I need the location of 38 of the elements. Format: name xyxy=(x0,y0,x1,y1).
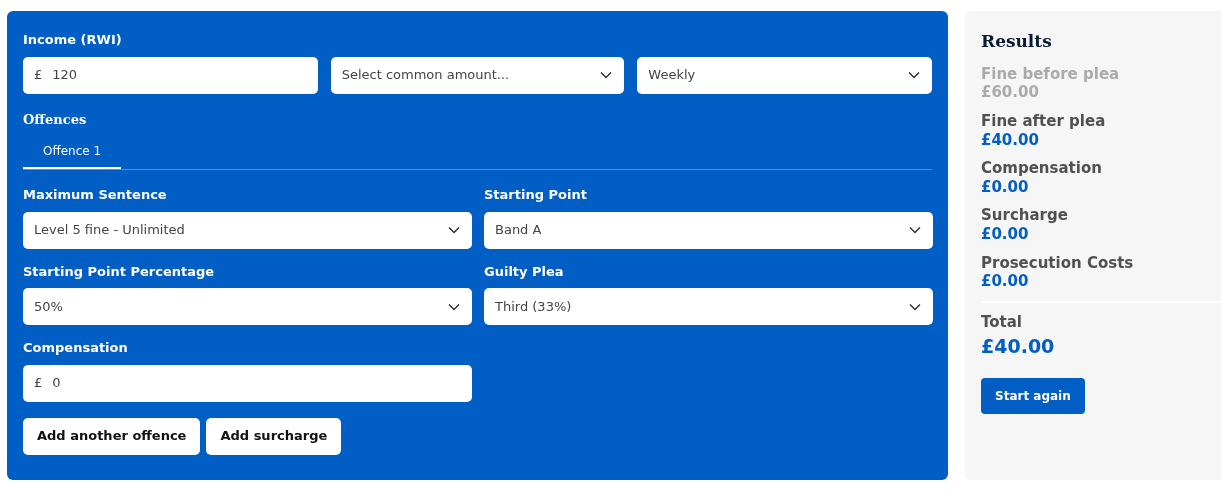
tab[interactable]: Offence 1 xyxy=(23,133,122,169)
field-label: Income (RWI) xyxy=(23,31,122,49)
result-value: £0.00 xyxy=(981,272,1030,292)
select-field[interactable]: 50% xyxy=(23,288,472,325)
result-label: Surcharge xyxy=(981,206,1069,225)
chevron-icon xyxy=(908,71,920,79)
result-label: Compensation xyxy=(981,159,1103,178)
action-button[interactable]: Add surcharge xyxy=(206,417,342,455)
result-label: Fine before plea xyxy=(981,64,1121,84)
select-field[interactable]: Band A xyxy=(484,211,933,249)
result-value: £40.00 xyxy=(981,130,1040,150)
result-value: £0.00 xyxy=(981,177,1030,198)
start-again-button[interactable]: Start again xyxy=(981,378,1085,414)
panel-title: Results xyxy=(981,30,1053,53)
chevron-icon xyxy=(600,71,613,79)
total-label: Total xyxy=(981,312,1023,332)
select-field[interactable]: Weekly xyxy=(637,56,932,94)
section-heading: Offences xyxy=(23,110,88,129)
chevron-icon xyxy=(448,302,460,311)
field-label: Compensation xyxy=(23,339,128,357)
result-value: £0.00 xyxy=(981,225,1030,245)
field-label: Starting Point Percentage xyxy=(23,262,215,281)
field-label: Starting Point xyxy=(484,186,587,204)
result-label: Prosecution Costs xyxy=(981,253,1135,273)
select-field[interactable]: Third (33%) xyxy=(484,288,933,325)
chevron-icon xyxy=(909,226,921,234)
select-field[interactable]: Level 5 fine - Unlimited xyxy=(23,211,472,249)
result-value: £60.00 xyxy=(981,83,1040,103)
chevron-icon xyxy=(448,226,460,234)
total-value: £40.00 xyxy=(981,333,1056,359)
action-button[interactable]: Add another offence xyxy=(23,417,201,455)
chevron-icon xyxy=(909,302,921,311)
result-label: Fine after plea xyxy=(981,111,1107,131)
currency-field[interactable]: £ 120 xyxy=(23,56,318,94)
field-label: Guilty Plea xyxy=(484,262,564,281)
currency-field[interactable]: £ 0 xyxy=(23,364,472,402)
select-field[interactable]: Select common amount... xyxy=(330,56,625,94)
field-label: Maximum Sentence xyxy=(23,186,167,204)
